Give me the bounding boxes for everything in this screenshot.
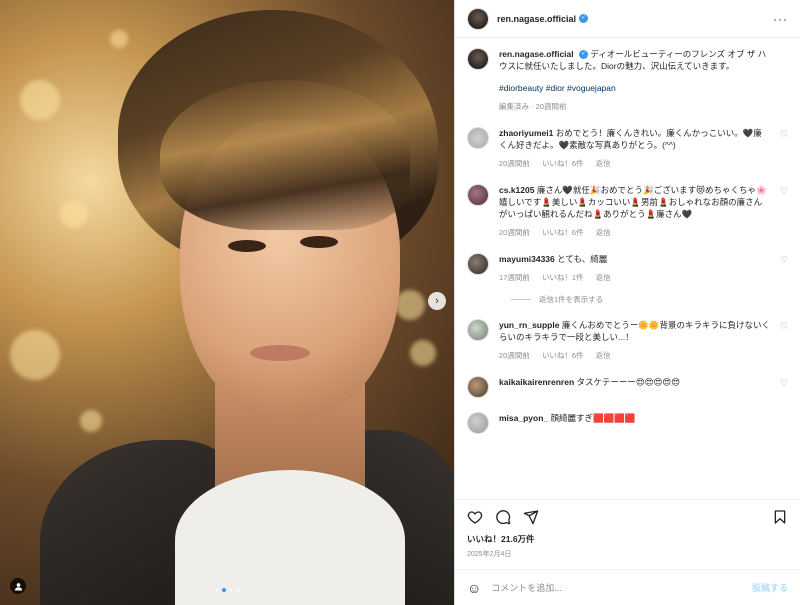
bokeh-light: [110, 30, 128, 48]
divider: [511, 299, 531, 300]
comment: kaikaikairenrenren タスケテーーー😍😍😍😍😍 ♡: [467, 376, 788, 398]
post-date: 2025年2月4日: [467, 551, 512, 558]
avatar[interactable]: [467, 253, 489, 275]
hair-fringe: [160, 80, 410, 230]
comment-username[interactable]: cs.k1205: [499, 185, 534, 195]
comment-icon[interactable]: [495, 509, 511, 525]
tshirt: [175, 470, 405, 605]
comments-scroll[interactable]: ren.nagase.official ✓ ディオールビューティーのフレンズ オ…: [455, 38, 800, 499]
heart-icon[interactable]: ♡: [780, 321, 788, 332]
comment-box: ☺ 投稿する: [455, 569, 800, 605]
comment-age: 17週間前: [499, 273, 530, 282]
avatar[interactable]: [467, 7, 489, 30]
more-options-icon[interactable]: ···: [773, 12, 788, 26]
avatar[interactable]: [467, 48, 489, 70]
caption-username[interactable]: ren.nagase.official: [499, 49, 574, 59]
eye-left: [228, 240, 266, 252]
avatar[interactable]: [467, 319, 489, 341]
comment: cs.k1205 廉さん🖤就任🎉おめでとう🎉ございます😻めちゃくちゃ🌸嬉しいです…: [467, 184, 788, 239]
caption-meta: 編集済み · 20週間前: [499, 102, 567, 111]
bokeh-light: [395, 290, 425, 320]
avatar[interactable]: [467, 412, 489, 434]
avatar[interactable]: [467, 376, 489, 398]
bokeh-light: [410, 340, 436, 366]
carousel-dot: [235, 588, 240, 592]
likes-count[interactable]: いいね！21.6万件: [455, 533, 800, 545]
heart-icon[interactable]: ♡: [780, 129, 788, 140]
comment: yun_rn_supple 廉くんおめでとうー🌼🌼背景のキラキラに負けないくらい…: [467, 319, 788, 362]
post-photo[interactable]: ›: [0, 0, 454, 605]
reply-button[interactable]: 返信: [596, 159, 611, 168]
heart-icon[interactable]: ♡: [780, 378, 788, 389]
verified-badge-icon: ✓: [579, 14, 589, 23]
comment-age: 20週間前: [499, 351, 530, 360]
comment: zhaoriyumei1 おめでとう！廉くんきれい。廉くんかっこいい。🖤廉くん好…: [467, 127, 788, 170]
comment-text: 顔綺麗すぎ🟥🟥🟥🟥: [550, 413, 636, 423]
comment-username[interactable]: kaikaikairenrenren: [499, 377, 574, 387]
header-username[interactable]: ren.nagase.official: [497, 14, 576, 24]
comment: misa_pyon_ 顔綺麗すぎ🟥🟥🟥🟥: [467, 412, 788, 434]
reply-button[interactable]: 返信: [596, 228, 611, 237]
carousel-dot-active: [221, 588, 226, 592]
comment-likes[interactable]: いいね！6件: [542, 228, 584, 237]
chevron-right-icon[interactable]: ›: [428, 292, 446, 310]
view-replies-button[interactable]: 返信1件を表示する: [511, 294, 788, 305]
action-bar: [455, 499, 800, 533]
bokeh-light: [80, 410, 102, 432]
comment-likes[interactable]: いいね！6件: [542, 351, 584, 360]
comment: mayumi34336 とても、綺麗 17週間前 いいね！1件 返信 ♡: [467, 253, 788, 284]
comment-input[interactable]: [491, 582, 752, 593]
carousel-dots: [0, 588, 454, 592]
instagram-post-modal: › ren.nagase.official ✓ ··· ren.nagase.o…: [0, 0, 800, 605]
caption-hashtags[interactable]: #diorbeauty #dior #voguejapan: [499, 82, 770, 94]
emoji-icon[interactable]: ☺: [467, 580, 481, 596]
comment-likes[interactable]: いいね！6件: [542, 159, 584, 168]
share-icon[interactable]: [523, 509, 539, 525]
post-side-panel: ren.nagase.official ✓ ··· ren.nagase.off…: [454, 0, 800, 605]
bokeh-light: [10, 330, 60, 380]
heart-icon[interactable]: ♡: [780, 186, 788, 197]
comment-username[interactable]: misa_pyon_: [499, 413, 548, 423]
bookmark-icon[interactable]: [772, 509, 788, 525]
comment-text: とても、綺麗: [557, 254, 608, 264]
post-header: ren.nagase.official ✓ ···: [455, 0, 800, 38]
reply-button[interactable]: 返信: [596, 273, 611, 282]
heart-icon[interactable]: [467, 509, 483, 525]
eye-right: [300, 236, 338, 248]
comment-likes[interactable]: いいね！1件: [542, 273, 584, 282]
comment-age: 20週間前: [499, 228, 530, 237]
bokeh-light: [20, 80, 60, 120]
bokeh-light: [60, 200, 88, 228]
avatar[interactable]: [467, 184, 489, 206]
heart-icon[interactable]: ♡: [780, 255, 788, 266]
comment-username[interactable]: yun_rn_supple: [499, 320, 559, 330]
view-replies-label[interactable]: 返信1件を表示する: [539, 294, 603, 305]
comment-username[interactable]: mayumi34336: [499, 254, 555, 264]
comment-username[interactable]: zhaoriyumei1: [499, 128, 553, 138]
comment-text: タスケテーーー😍😍😍😍😍: [576, 377, 681, 387]
verified-badge-icon: ✓: [579, 50, 589, 60]
avatar[interactable]: [467, 127, 489, 149]
carousel-dot: [228, 588, 233, 592]
caption: ren.nagase.official ✓ ディオールビューティーのフレンズ オ…: [467, 48, 788, 113]
carousel-dot: [214, 588, 219, 592]
comment-text: 廉さん🖤就任🎉おめでとう🎉ございます😻めちゃくちゃ🌸嬉しいです💄美しい💄カッコい…: [499, 185, 767, 219]
comment-age: 20週間前: [499, 159, 530, 168]
reply-button[interactable]: 返信: [596, 351, 611, 360]
lips: [250, 345, 310, 361]
post-comment-button[interactable]: 投稿する: [752, 581, 788, 594]
